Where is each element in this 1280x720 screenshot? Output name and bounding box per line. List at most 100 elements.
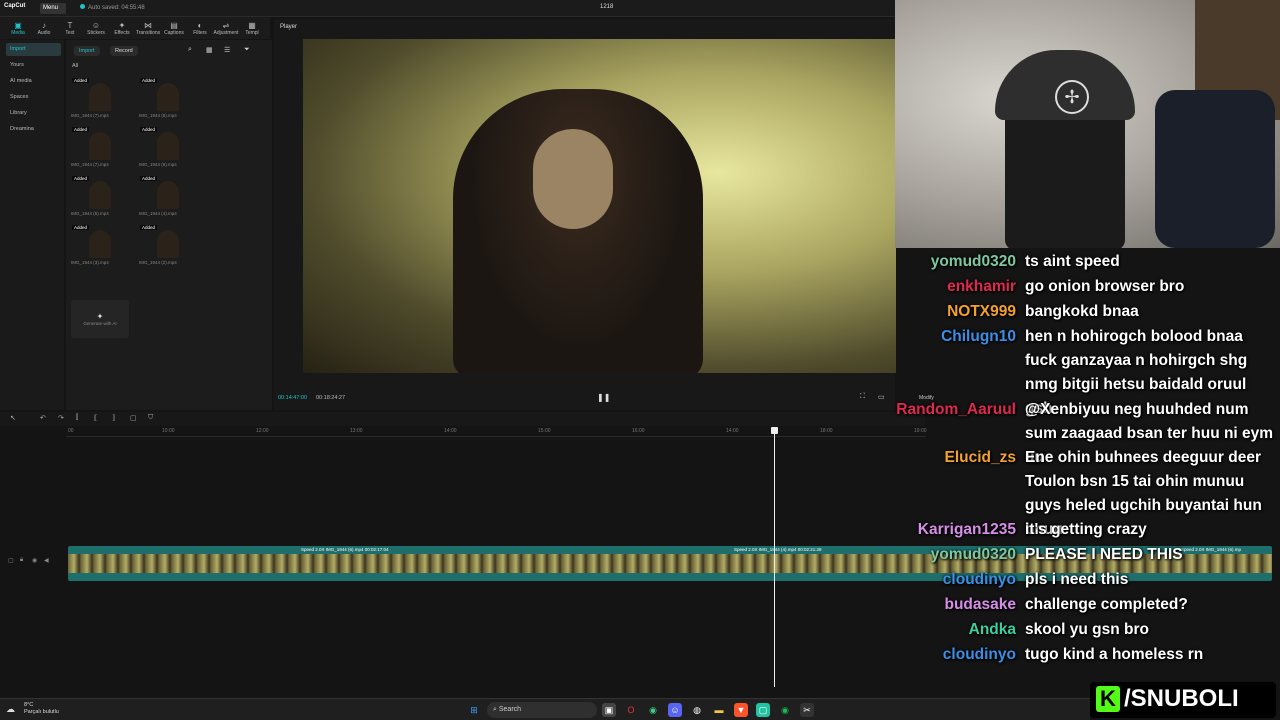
- chat-text: bangkokd bnaa: [1025, 303, 1139, 320]
- track-lock-icon[interactable]: ▢: [8, 557, 14, 564]
- weather-icon: ☁: [6, 704, 15, 714]
- sidebar-item-import[interactable]: Import: [6, 43, 61, 56]
- clip-filename: IMG_1944 (7).mp4: [71, 162, 109, 167]
- tool-label: Effects: [114, 29, 130, 36]
- added-badge: Added: [72, 127, 90, 132]
- timeline-ruler[interactable]: 00 10:00 12:00 13:00 14:00 15:00 16:00 14:00 18:…: [66, 427, 927, 437]
- media-clip[interactable]: Added IMG_1944 (7).mp4: [71, 126, 139, 167]
- adjustment-icon: ⇌: [222, 20, 230, 30]
- split-icon[interactable]: ⫿: [76, 414, 78, 422]
- video-preview[interactable]: [303, 39, 896, 373]
- effects-icon: ✦: [118, 20, 126, 30]
- timeline-playhead[interactable]: [771, 427, 778, 687]
- sidebar-item-spaces[interactable]: Spaces: [6, 91, 61, 104]
- tool-captions[interactable]: ▤ Captions: [162, 17, 186, 39]
- record-button[interactable]: Record: [110, 46, 138, 56]
- menu-button[interactable]: Menu: [40, 3, 66, 14]
- track-visibility-icon[interactable]: ◉: [32, 557, 37, 564]
- split-right-icon[interactable]: ⟧: [112, 414, 115, 422]
- chat-username: yomud0320: [930, 546, 1016, 563]
- clip-thumbnail: Added: [139, 175, 199, 209]
- ruler-tick-label: 15:00: [538, 428, 551, 434]
- spotify-icon[interactable]: ◉: [778, 703, 792, 717]
- chat-username: Elucid_zs: [944, 449, 1017, 466]
- chat-text: PLEASE I NEED THIS: [1025, 546, 1183, 563]
- task-view-icon[interactable]: ▣: [602, 703, 616, 717]
- tool-filters[interactable]: ◐ Filters: [188, 17, 212, 39]
- chat-username: budasake: [944, 596, 1016, 613]
- player-panel: Player 00:14:47:00 00:18:24:27 ❚❚ ⛶ ▭ Mo…: [274, 19, 934, 410]
- delete-icon[interactable]: ▢: [130, 414, 137, 422]
- chat-text: ts aint speed: [1025, 253, 1120, 270]
- tool-text[interactable]: T Text: [58, 17, 82, 39]
- import-button[interactable]: Import: [74, 46, 100, 56]
- player-title: Player: [280, 24, 298, 30]
- tool-audio[interactable]: ♪ Audio: [32, 17, 56, 39]
- file-explorer-icon[interactable]: ▬: [712, 703, 726, 717]
- windows-start-icon[interactable]: ⊞: [467, 703, 481, 717]
- media-clip[interactable]: Added IMG_1944 (3).mp4: [71, 224, 139, 265]
- undo-icon[interactable]: ↶: [40, 414, 46, 422]
- media-clip[interactable]: Added IMG_1944 (4).mp4: [139, 175, 207, 216]
- added-badge: Added: [140, 225, 158, 230]
- discord-icon[interactable]: ☺: [668, 703, 682, 717]
- chat-username: enkhamir: [947, 278, 1016, 295]
- sidebar-item-dreamina[interactable]: Dreamina: [6, 123, 61, 136]
- all-filter-label[interactable]: All: [72, 63, 78, 69]
- media-clip[interactable]: Added IMG_1944 (5).mp4: [71, 175, 139, 216]
- tool-templ[interactable]: ▦ Templ: [240, 17, 264, 39]
- generate-with-ai-card[interactable]: ✦ Generate with AI: [71, 300, 129, 338]
- sidebar-item-ai-media[interactable]: AI media: [6, 75, 61, 88]
- tool-adjustment[interactable]: ⇌ Adjustment: [213, 17, 239, 39]
- clip-filename: IMG_1944 (4).mp4: [139, 211, 177, 216]
- transitions-icon: ⋈: [144, 20, 152, 30]
- tool-label: Filters: [193, 29, 207, 36]
- split-left-icon[interactable]: ⟦: [94, 414, 97, 422]
- track-audio-icon[interactable]: ◀︎: [44, 557, 49, 564]
- clip-thumbnail: Added: [71, 224, 131, 258]
- fit-screen-icon[interactable]: ⛶: [860, 393, 865, 401]
- ratio-icon[interactable]: ▭: [878, 393, 885, 401]
- list-view-icon[interactable]: ☰: [224, 46, 230, 54]
- grid-view-icon[interactable]: ▦: [206, 46, 213, 54]
- media-clip[interactable]: Added IMG_1944 (2).mp4: [139, 224, 207, 265]
- media-clip[interactable]: Added IMG_1944 (8).mp4: [139, 77, 207, 118]
- capcut-icon[interactable]: ✂: [800, 703, 814, 717]
- filter-icon[interactable]: ⏷: [244, 46, 250, 54]
- tool-label: Audio: [37, 29, 51, 36]
- shield-icon[interactable]: ⛉: [148, 414, 153, 422]
- media-clip[interactable]: Added IMG_1944 (7).mp4: [71, 77, 139, 118]
- tool-effects[interactable]: ✦ Effects: [110, 17, 134, 39]
- opera-icon[interactable]: O: [624, 703, 638, 717]
- weather-widget[interactable]: 8°C Parçalı bulutlu: [24, 702, 59, 716]
- taskbar-search[interactable]: ⌕ Search: [487, 702, 597, 718]
- tool-stickers[interactable]: ☺ Stickers: [84, 17, 108, 39]
- clip-thumbnail: Added: [139, 126, 199, 160]
- brave-icon[interactable]: ▼: [734, 703, 748, 717]
- redo-icon[interactable]: ↷: [58, 414, 64, 422]
- obs-icon[interactable]: ◍: [690, 703, 704, 717]
- chat-username: yomud0320: [930, 253, 1016, 270]
- pause-icon[interactable]: ❚❚: [597, 393, 610, 402]
- sparkle-icon: ✦: [96, 312, 104, 321]
- select-tool-icon[interactable]: ↖: [10, 414, 16, 422]
- audio-icon: ♪: [42, 20, 46, 30]
- sidebar-item-yours[interactable]: Yours: [6, 59, 61, 72]
- chat-text: skool yu gsn bro: [1025, 621, 1150, 638]
- tool-media[interactable]: ▣ Media: [6, 17, 30, 39]
- chat-text: it's getting crazy: [1025, 521, 1147, 538]
- tool-label: Media: [11, 29, 25, 36]
- search-icon[interactable]: ⌕: [188, 46, 192, 54]
- playhead-handle[interactable]: [771, 427, 778, 434]
- track-lock-icon-2[interactable]: 🔒︎: [20, 557, 23, 564]
- chat-username: Andka: [968, 621, 1016, 638]
- clip-filename: IMG_1944 (6).mp4: [139, 162, 177, 167]
- tool-transitions[interactable]: ⋈ Transitions: [136, 17, 160, 39]
- media-clip[interactable]: Added IMG_1944 (6).mp4: [139, 126, 207, 167]
- tool-label: Transitions: [135, 29, 161, 36]
- app-icon[interactable]: ▢: [756, 703, 770, 717]
- tool-label: Adjustment: [213, 29, 239, 36]
- sidebar-item-library[interactable]: Library: [6, 107, 61, 120]
- chrome-icon[interactable]: ◉: [646, 703, 660, 717]
- media-grid: Added IMG_1944 (7).mp4 Added IMG_1944 (8).m…: [71, 77, 211, 265]
